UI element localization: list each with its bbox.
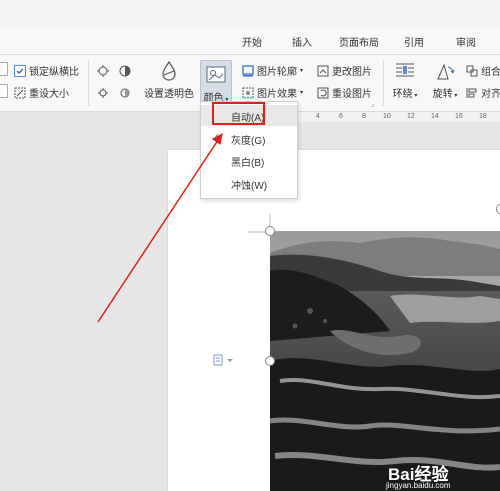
menu-item-grayscale-label: 灰度(G) (231, 136, 266, 147)
ruler-number: 6 (339, 113, 343, 120)
lock-ratio-label: 锁定纵横比 (29, 67, 79, 78)
ruler-number: 18 (479, 113, 487, 120)
reset-size-button[interactable]: 重设大小 (14, 85, 69, 100)
watermark-url: jingyan.baidu.com (386, 481, 451, 490)
reset-picture-button[interactable]: 重设图片 (317, 85, 372, 100)
contrast-up-icon (118, 64, 132, 78)
align-label: 对齐 (481, 89, 500, 100)
contrast-down-icon (118, 86, 132, 100)
align-button[interactable]: 对齐 (466, 85, 500, 100)
divider (88, 60, 89, 106)
menu-item-grayscale[interactable]: ✓ 灰度(G) (201, 128, 297, 149)
menu-item-black-white[interactable]: 黑白(B) (201, 150, 297, 171)
paste-options-icon[interactable] (213, 353, 235, 370)
checkmark-icon: ✓ (211, 132, 221, 144)
picture-effect-button[interactable]: 图片效果 ▾ (242, 85, 303, 100)
tab-insert[interactable]: 插入 (292, 34, 312, 49)
rotate-handle[interactable] (496, 204, 500, 214)
ruler-number: 10 (383, 113, 391, 120)
change-picture-label: 更改图片 (332, 67, 372, 78)
tab-reference[interactable]: 引用 (404, 34, 424, 49)
size-stepper-down[interactable] (0, 84, 8, 98)
chevron-down-icon: ▾ (300, 68, 304, 74)
picture-outline-button[interactable]: 图片轮廓 ▾ (242, 63, 303, 78)
ribbon-tabs: 开始 插入 页面布局 引用 审阅 (0, 28, 500, 55)
chevron-down-icon: ▾ (300, 90, 304, 96)
picture-effect-label: 图片效果 (257, 89, 297, 100)
change-picture-icon (317, 65, 329, 77)
tab-page-layout[interactable]: 页面布局 (339, 34, 379, 49)
picture-effect-icon (242, 87, 254, 99)
title-bar (0, 0, 500, 28)
reset-picture-label: 重设图片 (332, 89, 372, 100)
picture-outline-icon (242, 64, 254, 77)
wrap-text-button[interactable]: 环绕 ▾ (388, 60, 422, 100)
ruler-number: 4 (316, 113, 320, 120)
dialog-launcher-icon[interactable]: ⌟ (371, 100, 374, 108)
annotation-highlight-box (212, 102, 265, 125)
group-label: 组合 (481, 67, 500, 78)
picture-color-icon (205, 65, 227, 85)
size-stepper-up[interactable] (0, 62, 8, 76)
menu-item-black-white-label: 黑白(B) (231, 158, 265, 169)
set-transparent-label: 设置透明色 (144, 89, 194, 100)
reset-size-icon (14, 87, 26, 99)
tab-review[interactable]: 审阅 (456, 34, 476, 49)
group-icon (466, 65, 478, 77)
ruler-number: 12 (407, 113, 415, 120)
transparent-droplet-icon (157, 60, 181, 82)
rotate-button[interactable]: 旋转 ▾ (428, 60, 462, 100)
divider (383, 60, 384, 106)
rotate-label: 旋转 (432, 89, 453, 100)
wrap-label: 环绕 (392, 89, 413, 100)
grayscale-photo[interactable] (270, 231, 500, 491)
brightness-up-icon (96, 64, 110, 78)
lock-ratio-checkbox[interactable]: 锁定纵横比 (14, 63, 79, 78)
reset-picture-icon (317, 87, 329, 99)
chevron-down-icon: ▾ (452, 93, 458, 99)
resize-handle-top-left[interactable] (265, 226, 275, 236)
menu-item-washout-label: 冲蚀(W) (231, 181, 268, 192)
contrast-up-button[interactable] (118, 64, 132, 78)
watermark: Bai经验 jingyan.baidu.com (380, 460, 500, 491)
color-button[interactable]: 颜色 ▾ (200, 60, 232, 106)
change-picture-button[interactable]: 更改图片 (317, 63, 372, 78)
ruler-number: 14 (431, 113, 439, 120)
resize-handle-left[interactable] (265, 356, 275, 366)
contrast-down-button[interactable] (118, 86, 132, 100)
wrap-text-icon (393, 60, 417, 82)
brightness-up-button[interactable] (96, 64, 110, 78)
chevron-down-icon: ▾ (412, 93, 418, 99)
ruler-number: 8 (362, 113, 366, 120)
group-button[interactable]: 组合 (466, 63, 500, 78)
align-icon (466, 87, 478, 99)
reset-size-label: 重设大小 (29, 89, 69, 100)
menu-item-washout[interactable]: 冲蚀(W) (201, 173, 297, 194)
checkbox-icon (14, 64, 26, 77)
picture-outline-label: 图片轮廓 (257, 67, 297, 78)
rotate-icon (433, 60, 457, 82)
brightness-down-icon (96, 86, 110, 100)
ruler-number: 16 (455, 113, 463, 120)
tab-start[interactable]: 开始 (242, 34, 262, 49)
set-transparent-color-button[interactable]: 设置透明色 (143, 60, 195, 100)
brightness-down-button[interactable] (96, 86, 110, 100)
